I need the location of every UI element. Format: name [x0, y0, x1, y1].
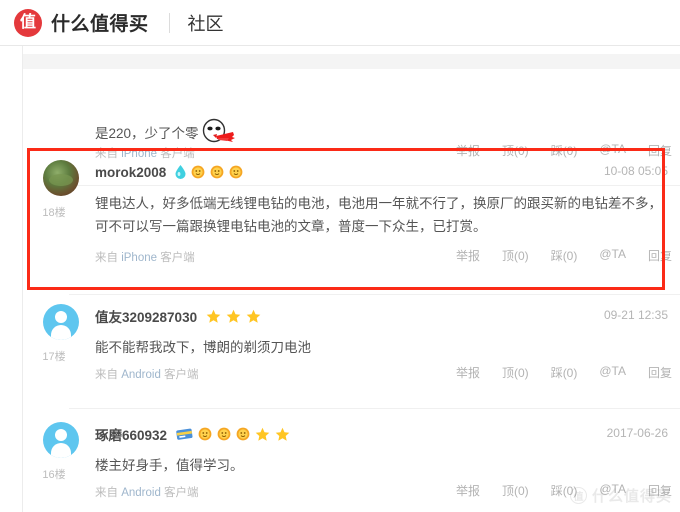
watermark-text: 什么值得买 [591, 488, 672, 505]
action-at[interactable]: @TA [599, 247, 626, 264]
source-device: Android [121, 487, 161, 499]
comment-text-body: 是220，少了个零 [95, 126, 199, 141]
source-suffix: 客户端 [160, 252, 195, 264]
comment-timestamp: 09-21 12:35 [603, 308, 668, 322]
action-up[interactable]: 顶(0) [502, 247, 529, 264]
floor-label: 17楼 [42, 351, 66, 363]
comment-source: 来自 Android 客户端 [95, 484, 199, 500]
site-logo-text[interactable]: 什么值得买 [51, 9, 149, 36]
comment-divider [69, 408, 680, 409]
comment-actions[interactable]: 举报 顶(0) 踩(0) @TA 回复 [456, 247, 672, 264]
action-reply[interactable]: 回复 [648, 247, 672, 264]
action-down[interactable]: 踩(0) [551, 364, 578, 381]
source-prefix: 来自 [95, 487, 118, 499]
comment-source: 来自 iPhone 客户端 [95, 249, 195, 265]
flower-badge-icon [217, 427, 231, 441]
action-report[interactable]: 举报 [456, 247, 480, 264]
comment-author-row: 值友3209287030 [95, 307, 266, 325]
author-name[interactable]: 琢磨660932 [95, 424, 167, 444]
source-device: iPhone [121, 252, 158, 264]
source-prefix: 来自 [95, 252, 118, 264]
action-reply[interactable]: 回复 [648, 364, 672, 381]
flower-badge-icon [198, 427, 212, 441]
comment-actions[interactable]: 举报 顶(0) 踩(0) @TA 回复 [456, 364, 672, 381]
card-badge-icon [176, 427, 193, 441]
action-report[interactable]: 举报 [456, 482, 480, 499]
comment-author-row: morok2008 [95, 163, 248, 181]
site-logo-icon[interactable]: 值 [14, 8, 42, 37]
floor-label: 16楼 [42, 469, 66, 481]
source-suffix: 客户端 [164, 369, 199, 381]
previous-comment-band [23, 54, 680, 69]
flower-badge-icon [191, 165, 205, 179]
author-name[interactable]: morok2008 [95, 165, 166, 180]
star-badge-icon [206, 309, 221, 324]
comment-timestamp: 2017-06-26 [606, 426, 668, 440]
comment-divider [69, 294, 680, 295]
source-suffix: 客户端 [164, 487, 199, 499]
comment-text: 锂电达人，好多低端无线锂电钻的电池，电池用一年就不行了，换原厂的跟买新的电钻差不… [95, 196, 662, 234]
comment-source: 来自 Android 客户端 [95, 366, 199, 382]
comment-item-17: 17楼 值友3209287030 09-21 12:35 能不能帮我改下，博朗的… [23, 298, 680, 416]
star-badge-icon [255, 427, 270, 442]
source-prefix: 来自 [95, 369, 118, 381]
avatar[interactable] [43, 422, 79, 458]
comment-text: 是220，少了个零 [95, 118, 665, 145]
flower-badge-icon [229, 165, 243, 179]
author-name[interactable]: 值友3209287030 [95, 306, 197, 326]
avatar[interactable] [43, 160, 79, 196]
star-badge-icon [246, 309, 261, 324]
floor-label: 18楼 [42, 207, 66, 219]
vomit-blood-face-icon [202, 118, 236, 144]
comment-text: 楼主好身手，值得学习。 [95, 458, 244, 473]
author-badges [176, 427, 295, 442]
action-up[interactable]: 顶(0) [502, 364, 529, 381]
action-up[interactable]: 顶(0) [502, 482, 529, 499]
site-header: 值 什么值得买 社区 [0, 0, 680, 46]
star-badge-icon [275, 427, 290, 442]
water-drop-icon [175, 165, 186, 179]
flower-badge-icon [210, 165, 224, 179]
comment-text: 能不能帮我改下，博朗的剃须刀电池 [95, 340, 311, 355]
flower-badge-icon [236, 427, 250, 441]
star-badge-icon [226, 309, 241, 324]
action-down[interactable]: 踩(0) [551, 247, 578, 264]
author-badges [206, 309, 266, 324]
watermark-logo-icon: 值 [569, 487, 587, 504]
header-divider [168, 12, 170, 33]
action-report[interactable]: 举报 [456, 364, 480, 381]
comment-list: 是220，少了个零 来自 iPhone 客户端 举报 顶(0) 踩(0) @TA [0, 46, 680, 512]
avatar[interactable] [43, 304, 79, 340]
nav-item-community[interactable]: 社区 [188, 10, 224, 36]
site-watermark: 值 什么值得买 [569, 485, 672, 506]
author-badges [175, 165, 248, 179]
comment-item-18: 18楼 morok2008 10-08 05:05 锂电达人，好多低端无线锂电钻… [23, 154, 680, 304]
action-at[interactable]: @TA [599, 364, 626, 381]
comment-timestamp: 10-08 05:05 [603, 164, 668, 178]
comment-author-row: 琢磨660932 [95, 425, 295, 443]
source-device: Android [121, 369, 161, 381]
